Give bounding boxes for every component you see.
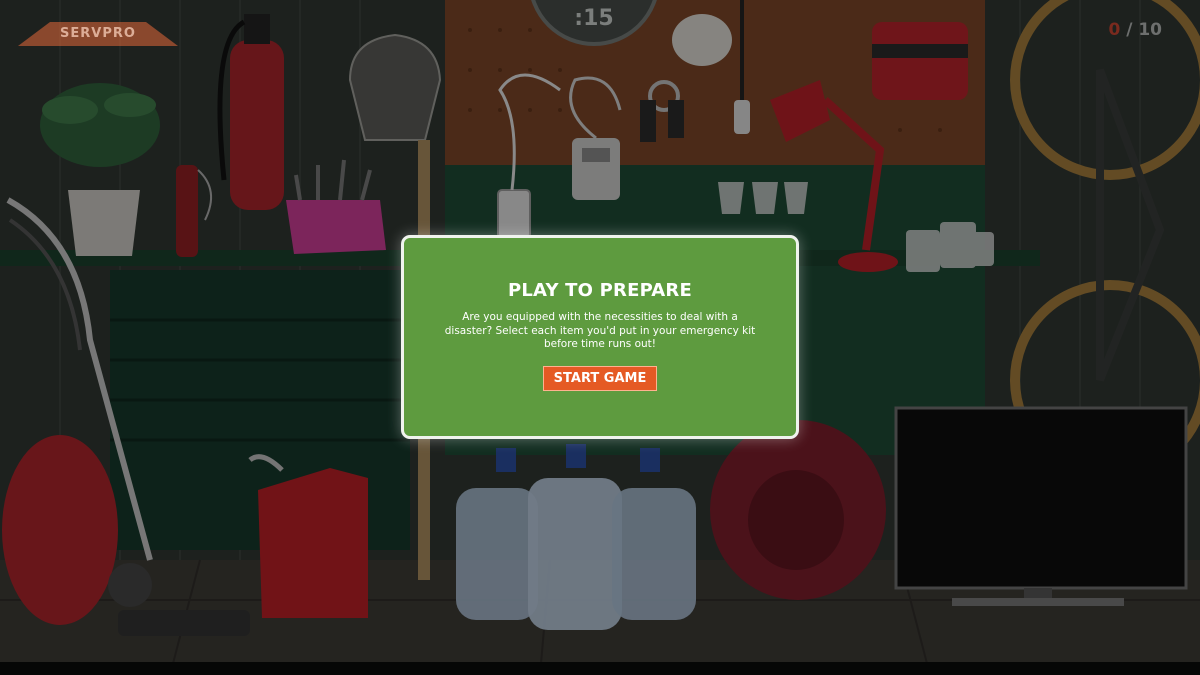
face-mask[interactable]	[672, 14, 732, 66]
items-total-count: 10	[1138, 20, 1162, 40]
modal-description-line-1: Are you equipped with the necessities to…	[462, 311, 738, 323]
modal-title: PLAY TO PREPARE	[508, 280, 692, 301]
servpro-logo-text: SERVPRO	[60, 26, 136, 41]
modal-description: Are you equipped with the necessities to…	[440, 311, 760, 352]
wine-glasses[interactable]	[718, 182, 808, 214]
modal-description-line-2: disaster? Select each item you'd put in …	[444, 324, 756, 337]
items-found-count: 0	[1108, 20, 1121, 40]
first-aid-kit[interactable]	[872, 22, 968, 100]
tv-monitor[interactable]	[894, 406, 1188, 606]
bottom-bar	[0, 662, 1200, 675]
game-stage: SERVPRO :15 0 / 10 PLAY TO PREPARE Are y…	[0, 0, 1200, 675]
timer-text: :15	[574, 6, 614, 31]
score-separator: /	[1120, 20, 1139, 40]
modal-description-line-3: before time runs out!	[543, 338, 657, 350]
score-counter: 0 / 10	[1108, 20, 1162, 40]
sleeping-bag[interactable]	[710, 420, 886, 600]
start-game-button[interactable]: START GAME	[542, 365, 658, 391]
intro-modal: PLAY TO PREPARE Are you equipped with th…	[401, 235, 799, 439]
